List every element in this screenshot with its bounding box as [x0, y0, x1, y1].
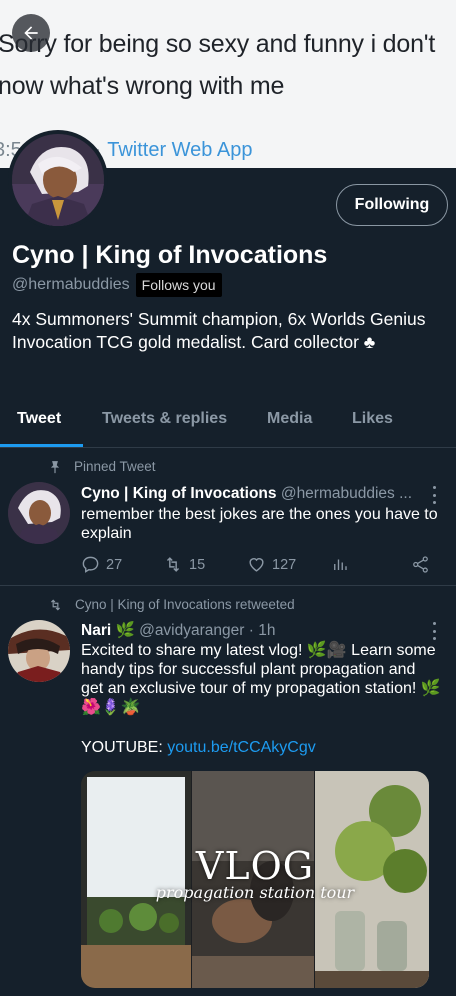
following-button[interactable]: Following: [336, 184, 448, 226]
active-tab-indicator: [0, 444, 83, 447]
tab-media[interactable]: Media: [267, 410, 312, 428]
banner-text-line-1: Sorry for being so sexy and funny i don'…: [0, 30, 436, 58]
tweet-avatar[interactable]: [8, 482, 70, 544]
retweet-context-icon: [51, 599, 60, 610]
profile-avatar[interactable]: [8, 130, 108, 230]
heart-icon: [249, 558, 264, 572]
like-button[interactable]: 127: [247, 555, 296, 574]
tweet-media-thumbnail[interactable]: VLOG propagation station tour: [81, 771, 429, 988]
tab-likes[interactable]: Likes: [352, 410, 393, 428]
tweet-header: Nari 🌿 @avidyaranger · 1h: [81, 621, 421, 640]
tweet-header: Cyno | King of Invocations @hermabuddies…: [81, 485, 421, 503]
media-vlog-title: VLOG: [195, 844, 315, 888]
banner-app: Twitter Web App: [107, 139, 253, 161]
tweet-author-name[interactable]: Cyno | King of Invocations: [81, 485, 277, 502]
tweet-text: Excited to share my latest vlog! 🌿🎥 Lear…: [81, 642, 441, 716]
tab-tweets-and-replies[interactable]: Tweets & replies: [102, 410, 227, 428]
like-count: 127: [272, 556, 297, 573]
youtube-link[interactable]: youtu.be/tCCAkyCgv: [167, 739, 316, 756]
follows-you-badge: Follows you: [135, 273, 222, 297]
media-vlog-subtitle: propagation station tour: [155, 883, 355, 902]
tweet-text: remember the best jokes are the ones you…: [81, 506, 438, 542]
retweet-icon: [166, 557, 180, 572]
share-button[interactable]: [411, 555, 436, 574]
tweet-actions: 27 15 127: [81, 555, 441, 579]
analytics-icon: [334, 559, 347, 570]
tweet-author-handle: @hermabuddies ...: [280, 485, 413, 502]
reply-button[interactable]: 27: [81, 555, 122, 574]
pinned-label: Pinned Tweet: [74, 459, 156, 474]
reply-count: 27: [106, 556, 123, 573]
pinned-tweet[interactable]: Pinned Tweet Cyno | King of Invocations …: [0, 449, 456, 586]
tweet-author-handle: @avidyaranger · 1h: [139, 622, 276, 639]
pin-icon: [50, 460, 60, 473]
retweet-context: Cyno | King of Invocations retweeted: [48, 597, 295, 612]
tweet-avatar[interactable]: [8, 620, 70, 682]
profile-tabs: Tweet Tweets & replies Media Likes: [0, 396, 456, 448]
tweet-youtube-line: YOUTUBE: youtu.be/tCCAkyCgv: [81, 738, 441, 757]
retweet-count: 15: [189, 556, 206, 573]
tab-tweet[interactable]: Tweet: [17, 410, 61, 428]
back-button[interactable]: [12, 14, 50, 52]
arrow-left-icon: [24, 26, 38, 40]
analytics-button[interactable]: [331, 555, 355, 573]
profile-display-name: Cyno | King of Invocations: [12, 241, 328, 269]
tweet-author-name[interactable]: Nari 🌿: [81, 622, 135, 639]
more-options-icon[interactable]: [428, 622, 440, 640]
pinned-context: Pinned Tweet: [48, 459, 156, 474]
retweet-button[interactable]: 15: [163, 555, 205, 574]
share-icon: [413, 556, 428, 573]
youtube-label: YOUTUBE:: [81, 739, 163, 756]
profile-handle-row: @hermabuddies Follows you: [12, 273, 222, 297]
retweeted-by-label: Cyno | King of Invocations retweeted: [75, 597, 295, 612]
reply-icon: [82, 556, 99, 573]
more-options-icon[interactable]: [428, 486, 440, 504]
profile-bio: 4x Summoners' Summit champion, 6x Worlds…: [12, 309, 426, 352]
banner-text-line-2: now what's wrong with me: [0, 72, 285, 100]
profile-handle: @hermabuddies: [12, 276, 130, 293]
